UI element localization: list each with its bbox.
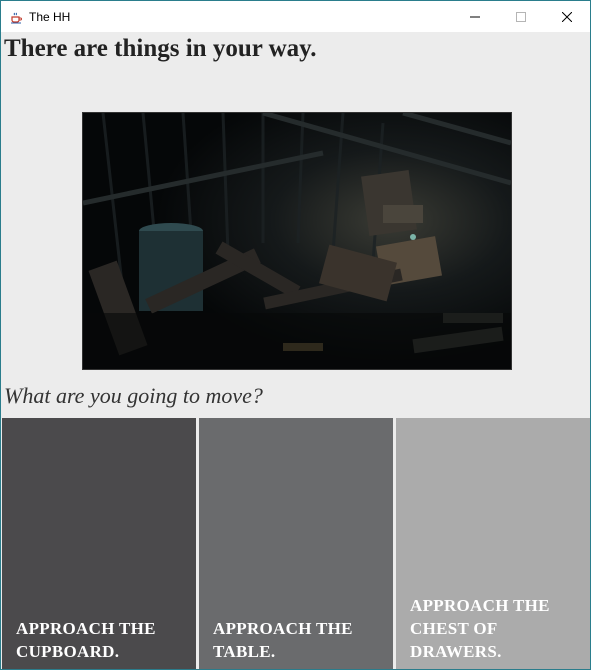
page-title: There are things in your way. — [4, 35, 317, 62]
maximize-button[interactable] — [498, 1, 544, 32]
close-icon — [562, 11, 572, 22]
minimize-button[interactable] — [452, 1, 498, 32]
question-prompt: What are you going to move? — [4, 383, 263, 408]
choice-cupboard-label: APPROACH THE CUPBOARD. — [16, 619, 156, 661]
title-bar[interactable]: The HH — [1, 1, 590, 32]
minimize-icon — [470, 16, 480, 17]
choice-chest-label: APPROACH THE CHEST OF DRAWERS. — [410, 596, 550, 661]
window-controls — [452, 1, 590, 32]
choice-chest-of-drawers-button[interactable]: APPROACH THE CHEST OF DRAWERS. — [396, 418, 590, 669]
choice-table-button[interactable]: APPROACH THE TABLE. — [199, 418, 396, 669]
scene-image — [82, 112, 512, 370]
app-window: The HH There are things in your way. Wha… — [0, 0, 591, 670]
choice-cupboard-button[interactable]: APPROACH THE CUPBOARD. — [2, 418, 199, 669]
window-title: The HH — [29, 9, 71, 24]
java-cup-icon — [8, 9, 24, 25]
close-button[interactable] — [544, 1, 590, 32]
maximize-icon — [516, 11, 526, 22]
choice-panel: APPROACH THE CUPBOARD. APPROACH THE TABL… — [2, 418, 590, 669]
choice-table-label: APPROACH THE TABLE. — [213, 619, 353, 661]
